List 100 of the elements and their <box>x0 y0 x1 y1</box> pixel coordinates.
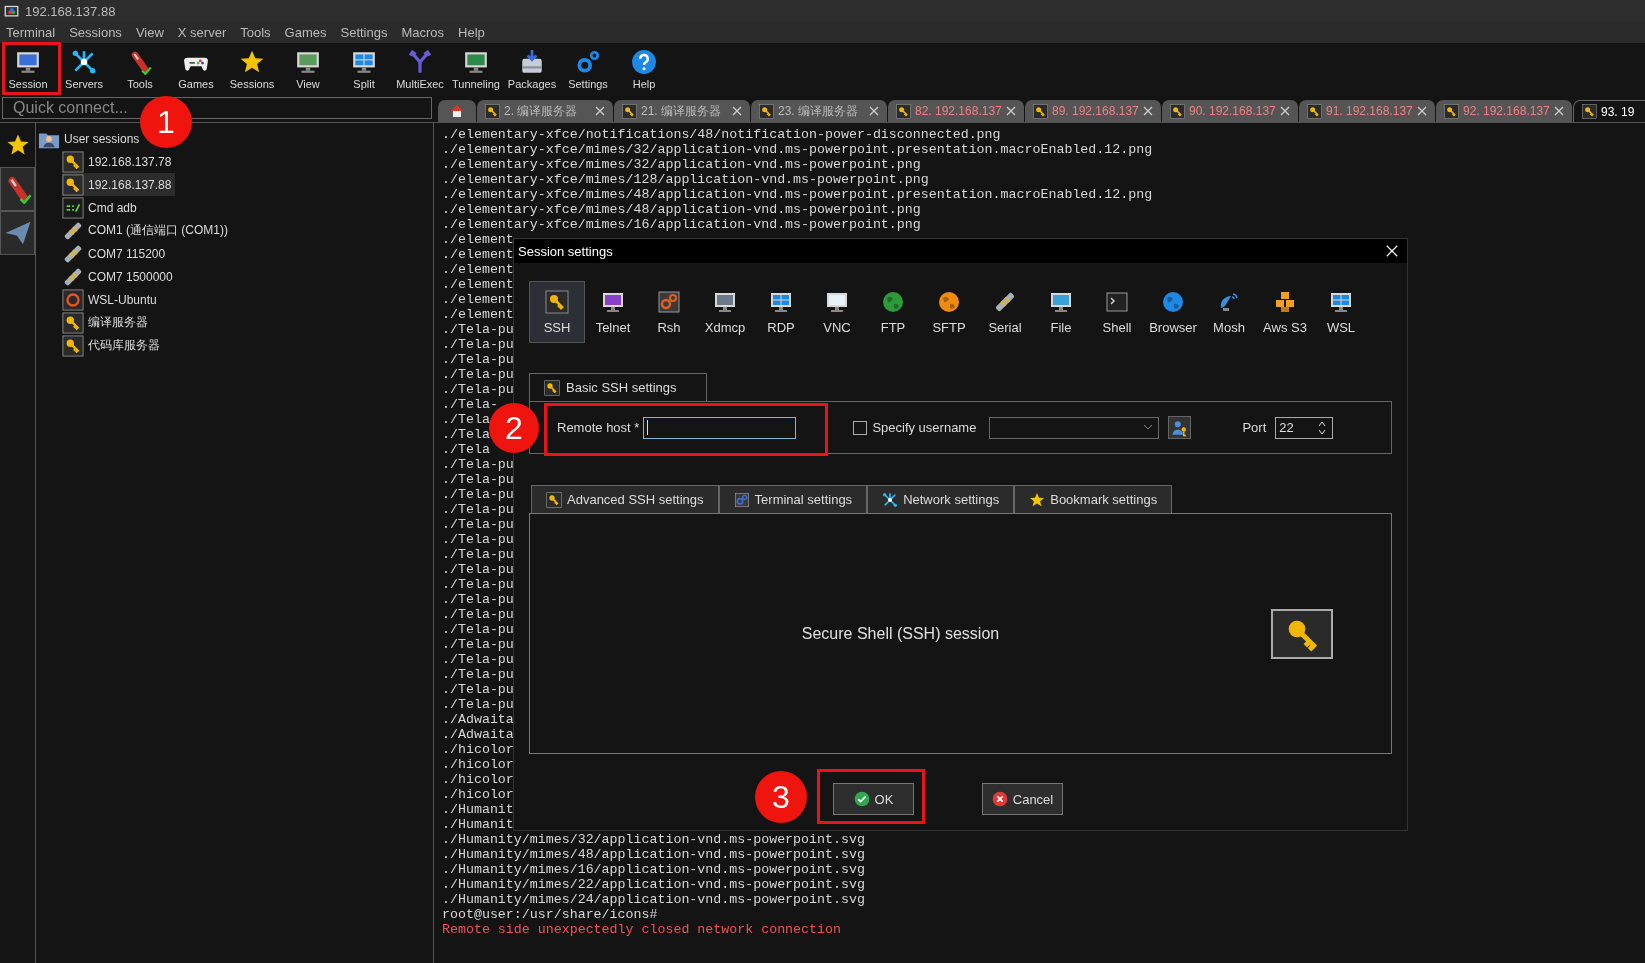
terminal-line: ./elementary-xfce/mimes/32/application-vnd.ms-powerpoint.presentation.macroEnabled.12.png <box>442 142 1153 157</box>
toolbar-button[interactable]: Sessions <box>224 48 280 90</box>
menu-item[interactable]: Games <box>284 25 327 40</box>
session-type-button[interactable]: SSH <box>529 281 585 343</box>
toolbar-button[interactable]: Packages <box>504 48 560 90</box>
terminal-line: ./Tela-pu <box>442 337 514 352</box>
spinner-arrows-icon[interactable] <box>1318 419 1327 436</box>
terminal-line: ./Tela-pu <box>442 487 514 502</box>
key-icon <box>62 173 84 196</box>
home-icon <box>449 103 465 119</box>
port-label: Port <box>1242 420 1267 435</box>
terminal-line: ./element <box>442 247 514 262</box>
session-tab[interactable]: 93. 19 <box>1573 100 1645 122</box>
session-type-button[interactable]: WSL <box>1313 281 1369 343</box>
terminal-line: ./Humanit <box>442 802 514 817</box>
key-icon <box>1307 103 1322 119</box>
session-tab[interactable]: 23. 编译服务器 <box>751 100 887 122</box>
tree-item[interactable]: 192.168.137.88 <box>62 173 176 196</box>
terminal-line: ./Tela- <box>442 397 498 412</box>
globe-icon <box>881 289 905 314</box>
terminal-line: ./element <box>442 307 514 322</box>
terminal-line: ./Humanity/mimes/24/application-vnd.ms-powerpoint.svg <box>442 892 865 907</box>
session-type-button[interactable]: Browser <box>1145 281 1201 343</box>
home-tab[interactable] <box>438 100 476 122</box>
tree-item[interactable]: 编译服务器 <box>62 311 152 334</box>
terminal-line: ./elementary-xfce/mimes/48/application-vnd.ms-powerpoint.png <box>442 202 921 217</box>
toolbar-button[interactable]: Servers <box>56 48 112 90</box>
tree-item[interactable]: Cmd adb <box>62 196 141 219</box>
session-type-button[interactable]: Serial <box>977 281 1033 343</box>
menu-item[interactable]: Tools <box>240 25 271 40</box>
toolbar-button[interactable]: Session <box>0 48 56 90</box>
tree-item[interactable]: COM7 1500000 <box>62 265 177 288</box>
session-tab[interactable]: 21. 编译服务器 <box>614 100 750 122</box>
terminal-line: ./Humanity/mimes/32/application-vnd.ms-powerpoint.svg <box>442 832 865 847</box>
sidebar-tab[interactable] <box>0 167 35 211</box>
ring-icon <box>62 288 84 311</box>
globe-icon <box>937 289 961 314</box>
user-key-button[interactable] <box>1168 416 1192 439</box>
toolbar-button[interactable]: Help <box>616 48 672 90</box>
toolbar-button[interactable]: MultiExec <box>392 48 448 90</box>
toolbar-button[interactable]: Games <box>168 48 224 90</box>
toolbar-button[interactable]: Tools <box>112 48 168 90</box>
menu-item[interactable]: Sessions <box>69 25 122 40</box>
key-icon <box>546 491 562 508</box>
terminal-line: ./hicolor <box>442 742 514 757</box>
network-icon <box>882 491 899 508</box>
help-icon <box>631 48 657 75</box>
session-type-button[interactable]: Rsh <box>641 281 697 343</box>
network-icon <box>71 48 97 75</box>
session-type-button[interactable]: Shell <box>1089 281 1145 343</box>
checkbox[interactable] <box>853 420 868 435</box>
terminal-line: ./hicolor <box>442 787 514 802</box>
terminal-icon <box>1105 289 1129 314</box>
key-icon <box>62 311 84 334</box>
menu-item[interactable]: Terminal <box>6 25 56 40</box>
session-type-button[interactable]: File <box>1033 281 1089 343</box>
dialog-button[interactable]: OK <box>833 783 914 815</box>
menu-item[interactable]: Help <box>458 25 485 40</box>
terminal-line: ./Humanity/mimes/22/application-vnd.ms-powerpoint.svg <box>442 877 865 892</box>
settings-tab[interactable]: Terminal settings <box>718 485 868 513</box>
terminal-line: ./Humanity/mimes/16/application-vnd.ms-powerpoint.svg <box>442 862 865 877</box>
settings-tab[interactable]: Advanced SSH settings <box>531 485 719 513</box>
session-type-button[interactable]: VNC <box>809 281 865 343</box>
session-type-button[interactable]: FTP <box>865 281 921 343</box>
terminal-line: ./Tela <box>442 427 490 442</box>
terminal-line: ./hicolor <box>442 772 514 787</box>
user-key-icon <box>1170 418 1189 437</box>
terminal-line: ./Tela-pu <box>442 532 514 547</box>
key-icon <box>545 289 569 314</box>
session-type-button[interactable]: RDP <box>753 281 809 343</box>
menu-item[interactable]: View <box>135 25 164 40</box>
toolbar-button[interactable]: View <box>280 48 336 90</box>
terminal-line: ./element <box>442 292 514 307</box>
port-field[interactable]: 22 <box>1275 416 1334 439</box>
key-icon <box>544 379 560 396</box>
session-tab[interactable]: 2. 编译服务器 <box>477 100 613 122</box>
key-icon <box>896 103 911 119</box>
tree-item[interactable]: WSL-Ubuntu <box>62 288 161 311</box>
remote-host-field[interactable] <box>643 416 797 439</box>
session-type-button[interactable]: SFTP <box>921 281 977 343</box>
menu-item[interactable]: Settings <box>340 25 388 40</box>
menu-item[interactable]: Macros <box>401 25 445 40</box>
toolbar-button[interactable]: Tunneling <box>448 48 504 90</box>
settings-tab[interactable]: Bookmark settings <box>1014 485 1173 513</box>
session-type-button[interactable]: Xdmcp <box>697 281 753 343</box>
session-type-button[interactable]: Aws S3 <box>1257 281 1313 343</box>
session-type-button[interactable]: Mosh <box>1201 281 1257 343</box>
toolbar-button[interactable]: Split <box>336 48 392 90</box>
menu-item[interactable]: X server <box>177 25 227 40</box>
toolbar-button[interactable]: Settings <box>560 48 616 90</box>
session-type-button[interactable]: Telnet <box>585 281 641 343</box>
basic-settings-tab[interactable]: Basic SSH settings <box>529 373 707 401</box>
username-dropdown[interactable] <box>989 416 1160 439</box>
tree-item[interactable]: 代码库服务器 <box>62 334 164 357</box>
tree-item[interactable]: 192.168.137.78 <box>62 150 176 173</box>
dialog-button[interactable]: Cancel <box>982 783 1063 815</box>
settings-tab[interactable]: Network settings <box>867 485 1015 513</box>
tree-item[interactable]: COM1 (通信端口 (COM1)) <box>62 219 232 242</box>
tree-item[interactable]: COM7 115200 <box>62 242 170 265</box>
key-icon <box>62 150 84 173</box>
